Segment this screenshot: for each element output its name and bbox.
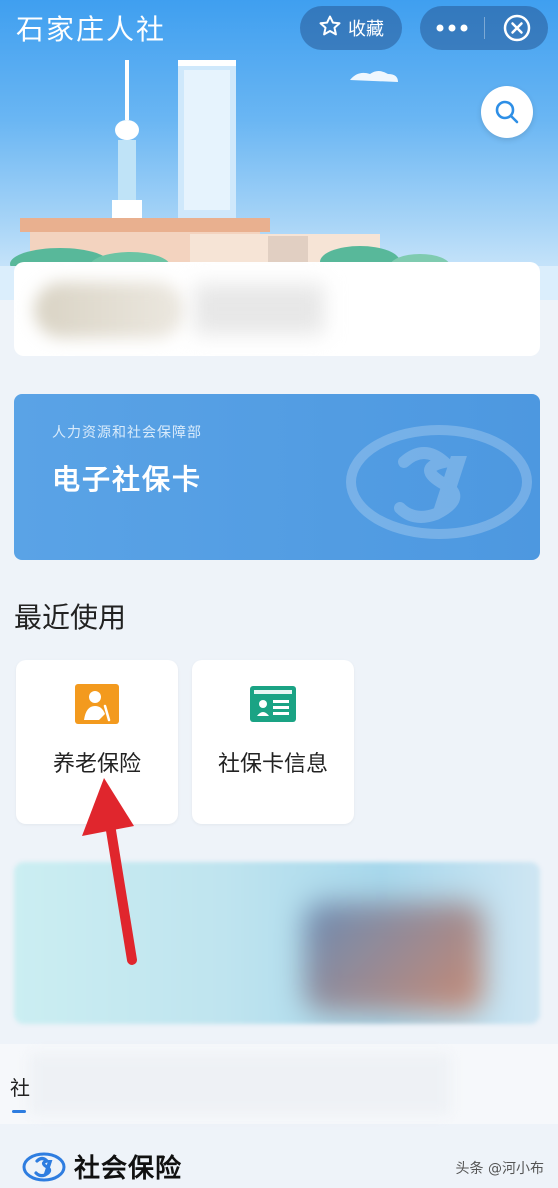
app-title: 石家庄人社	[16, 13, 167, 46]
blurred-user-text	[194, 284, 324, 334]
search-icon	[495, 100, 519, 124]
city-skyline-illustration	[0, 60, 558, 300]
banner-blurred-image	[304, 902, 484, 1012]
recent-item-pension-insurance[interactable]: 养老保险	[16, 660, 178, 824]
favorite-button[interactable]: 收藏	[300, 6, 402, 50]
si-logo-icon	[346, 425, 532, 539]
category-tabs: 社	[0, 1044, 558, 1124]
star-icon	[318, 14, 342, 43]
search-button[interactable]	[481, 86, 533, 138]
mini-program-capsule	[420, 6, 548, 50]
more-dots-icon	[436, 24, 468, 32]
blurred-avatar	[34, 282, 184, 338]
tab-active-indicator	[12, 1110, 26, 1113]
close-circle-icon	[503, 14, 530, 42]
id-card-icon	[250, 686, 296, 722]
header-hero: 石家庄人社 收藏	[0, 0, 558, 300]
user-info-card[interactable]	[14, 262, 540, 356]
recent-item-label: 养老保险	[52, 752, 141, 777]
tab-first[interactable]: 社	[10, 1072, 30, 1101]
promo-banner[interactable]	[14, 862, 540, 1024]
watermark-attribution: 头条 @河小布	[455, 1161, 544, 1177]
section-title: 社会保险	[74, 1154, 183, 1184]
recent-section-title: 最近使用	[14, 601, 127, 634]
more-button[interactable]	[420, 6, 484, 50]
close-button[interactable]	[485, 6, 548, 50]
recent-item-card-info[interactable]: 社保卡信息	[192, 660, 354, 824]
social-insurance-section: 社会保险	[22, 1148, 182, 1185]
electronic-social-security-card[interactable]: 人力资源和社会保障部 电子社保卡	[14, 394, 540, 560]
favorite-label: 收藏	[348, 19, 384, 40]
blurred-tabs	[30, 1054, 450, 1114]
ecard-title: 电子社保卡	[52, 463, 203, 496]
si-logo-icon	[22, 1152, 66, 1181]
ecard-issuer: 人力资源和社会保障部	[52, 425, 202, 441]
recent-item-label: 社保卡信息	[217, 752, 328, 777]
pension-person-icon	[75, 684, 119, 724]
